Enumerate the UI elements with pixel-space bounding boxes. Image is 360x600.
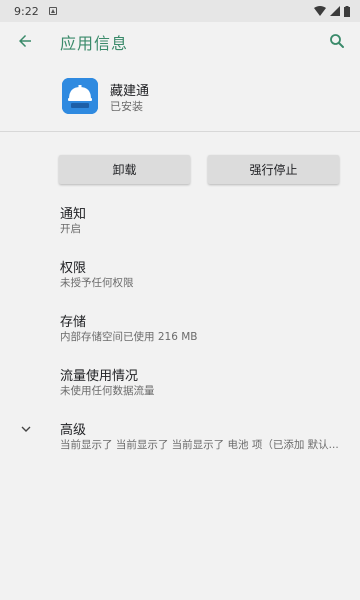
- status-bar: 9:22: [0, 0, 360, 22]
- arrow-back-icon: [19, 35, 31, 47]
- signal-icon: [330, 6, 340, 16]
- uninstall-button[interactable]: 卸载: [59, 155, 190, 184]
- setting-subtitle: 未授予任何权限: [60, 277, 134, 289]
- setting-subtitle: 开启: [60, 223, 81, 235]
- app-icon: [62, 78, 98, 114]
- search-icon: [330, 34, 344, 48]
- wifi-icon: [314, 6, 326, 16]
- setting-title: 通知: [60, 207, 87, 222]
- battery-icon: [344, 5, 350, 17]
- setting-subtitle: 当前显示了 当前显示了 当前显示了 电池 项（已添加 默认...: [60, 439, 339, 451]
- app-header: 藏建通 已安装: [0, 60, 360, 132]
- status-time: 9:22: [14, 4, 39, 18]
- setting-subtitle: 内部存储空间已使用 216 MB: [60, 331, 198, 343]
- search-button[interactable]: [324, 28, 350, 54]
- setting-title: 存储: [60, 315, 87, 330]
- app-bar: 应用信息: [0, 22, 360, 60]
- status-indicators: [314, 5, 350, 17]
- force-stop-button[interactable]: 强行停止: [208, 155, 339, 184]
- setting-title: 权限: [60, 261, 87, 276]
- page-title: 应用信息: [60, 34, 129, 53]
- setting-title: 高级: [60, 423, 87, 438]
- install-status: 已安装: [110, 100, 143, 113]
- setting-permissions[interactable]: 权限 未授予任何权限: [0, 257, 360, 297]
- setting-subtitle: 未使用任何数据流量: [60, 385, 155, 397]
- app-name: 藏建通: [110, 84, 150, 99]
- setting-notifications[interactable]: 通知 开启: [0, 203, 360, 243]
- chevron-down-icon: [21, 426, 31, 432]
- notification-icon: [48, 7, 57, 15]
- back-button[interactable]: [12, 28, 38, 54]
- setting-title: 流量使用情况: [60, 369, 139, 384]
- setting-advanced[interactable]: 高级 当前显示了 当前显示了 当前显示了 电池 项（已添加 默认...: [0, 419, 360, 463]
- setting-data-usage[interactable]: 流量使用情况 未使用任何数据流量: [0, 365, 360, 405]
- setting-storage[interactable]: 存储 内部存储空间已使用 216 MB: [0, 311, 360, 351]
